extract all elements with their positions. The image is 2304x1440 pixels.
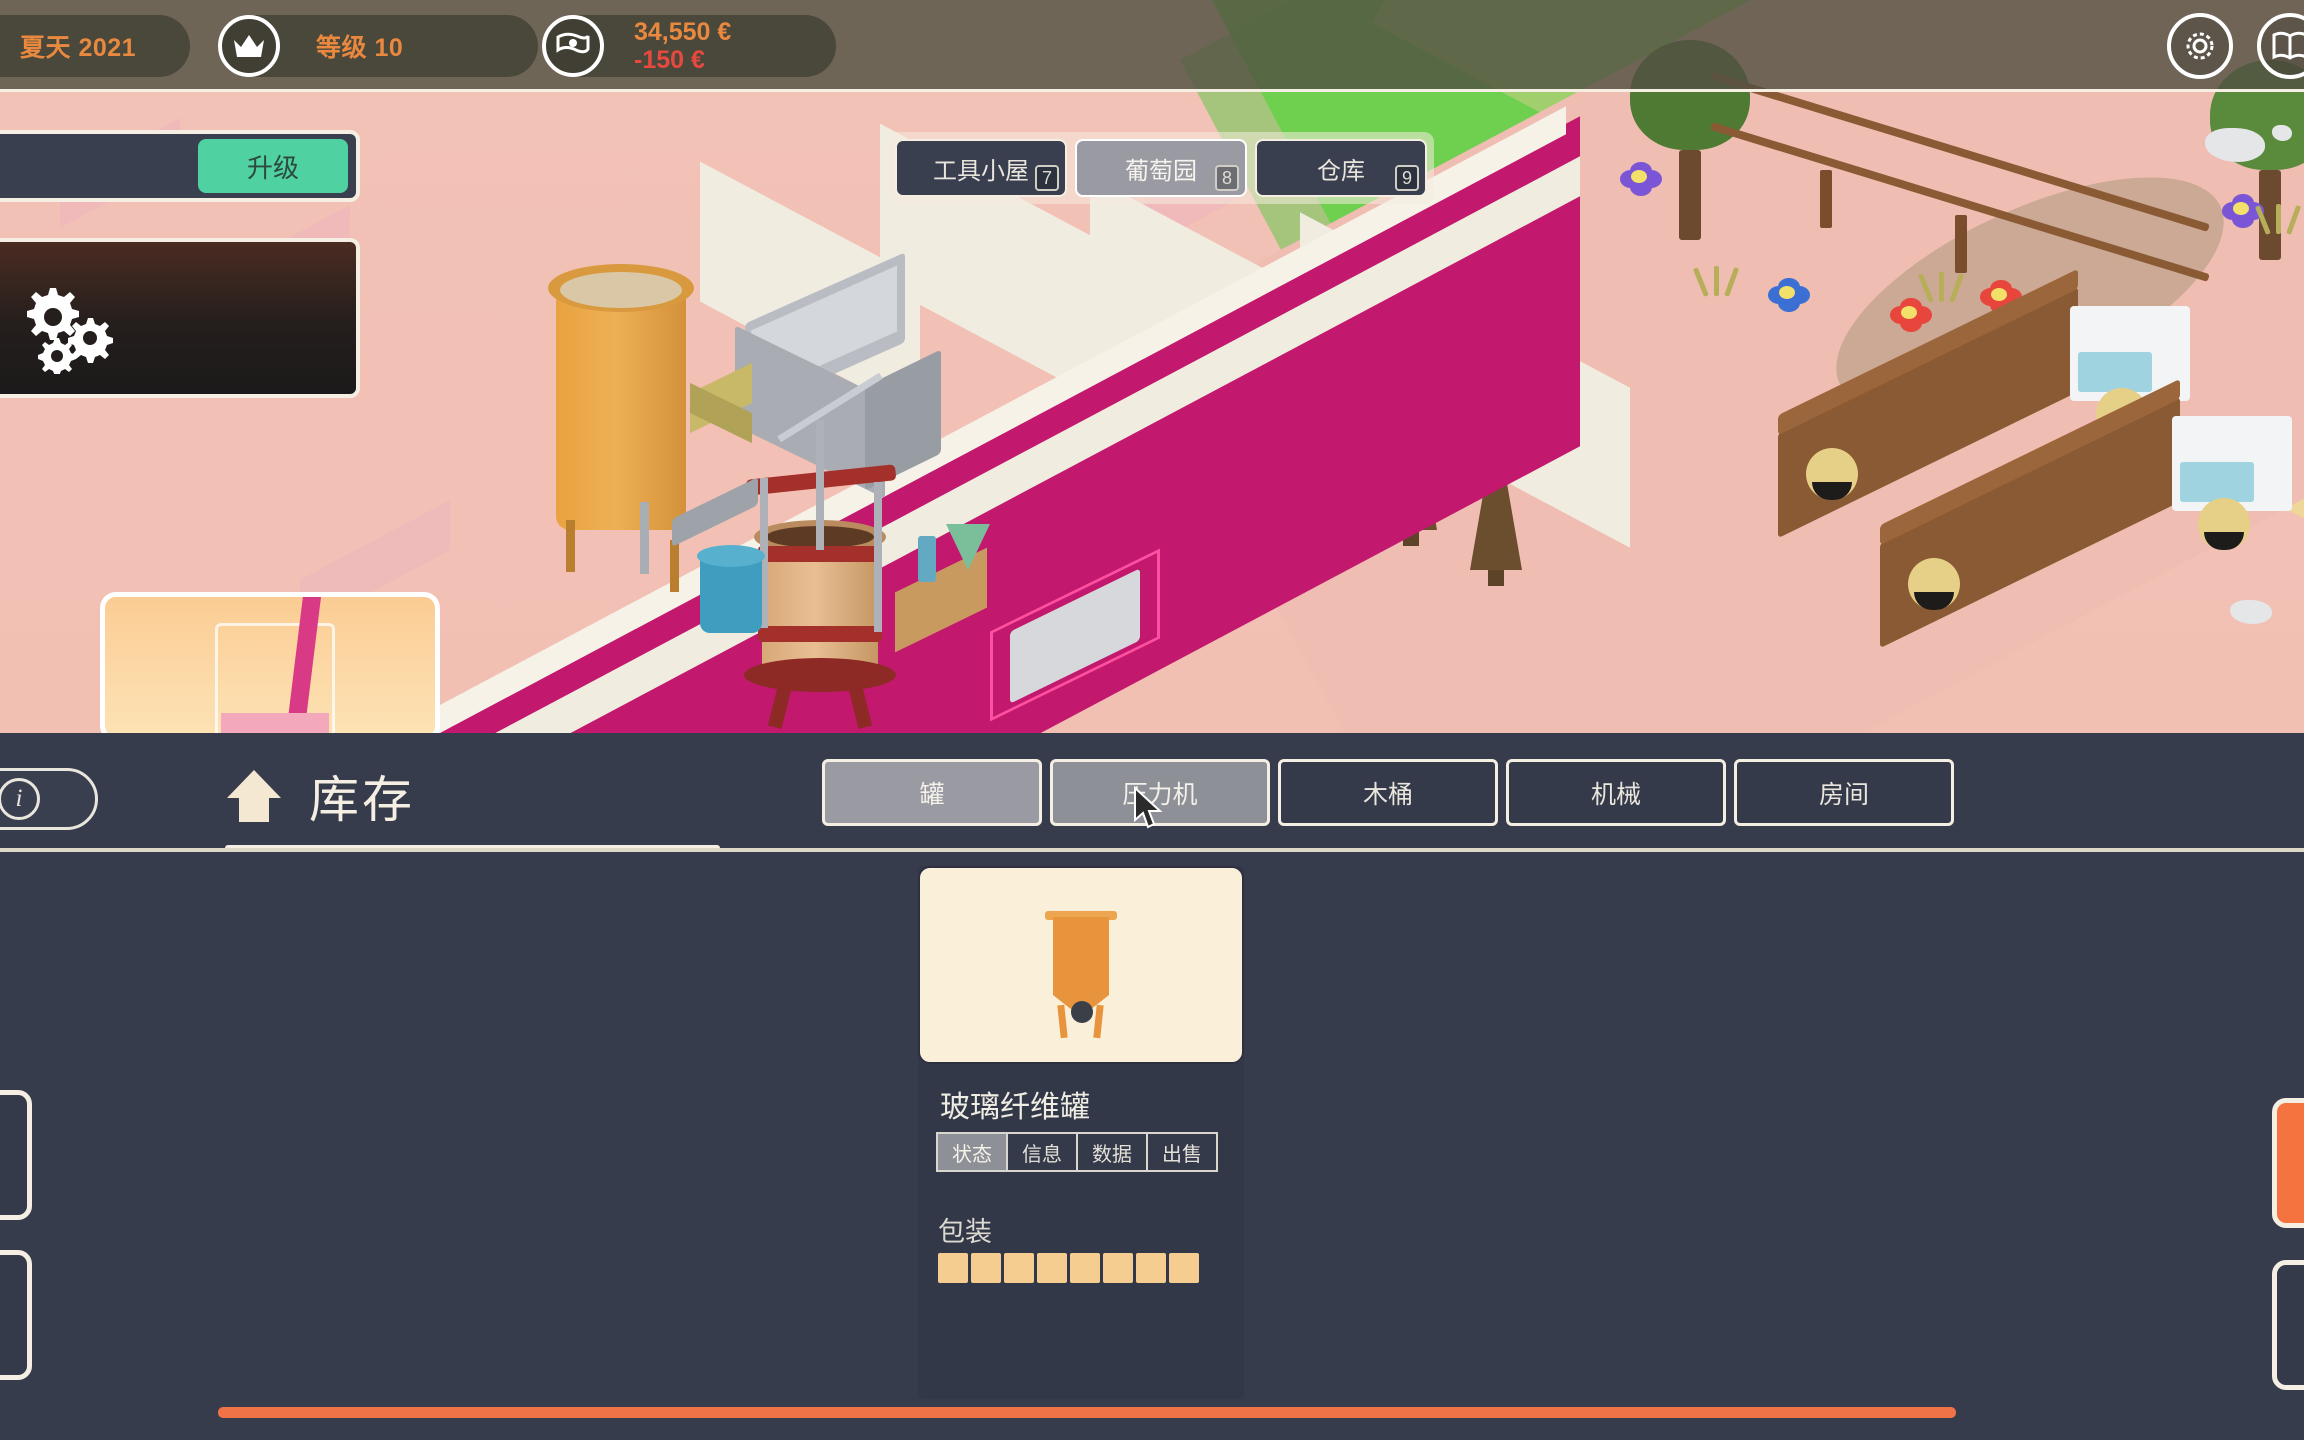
packaging-cell <box>1103 1253 1133 1283</box>
tank-leg <box>566 520 575 572</box>
page-title: 库存 <box>309 772 415 828</box>
crown-icon <box>218 15 280 77</box>
panel-divider <box>0 848 2304 852</box>
sub-tab-label: 出售 <box>1162 1143 1202 1166</box>
money-delta: -150 € <box>634 46 705 74</box>
sub-tab-label: 状态 <box>952 1143 992 1166</box>
season-label: 夏天 2021 <box>20 34 137 62</box>
upgrade-button-label: 升级 <box>246 152 299 183</box>
item-name: 玻璃纤维罐 <box>940 1091 1090 1124</box>
sub-tab-status[interactable]: 状态 <box>936 1132 1008 1172</box>
packaging-cell <box>1070 1253 1100 1283</box>
building-tab-toolshed[interactable]: 工具小屋 7 <box>895 139 1067 197</box>
building-tab-group: 工具小屋 7 葡萄园 8 仓库 9 <box>888 132 1434 204</box>
flower-red <box>1890 298 1932 332</box>
tank-leg <box>670 540 679 592</box>
level-chip[interactable]: 等级 10 <box>218 15 538 77</box>
grass-tuft <box>1917 268 1965 303</box>
inventory-category-tabs: 罐 压力机 木桶 机械 房间 <box>822 759 1954 826</box>
upgrade-panel: 1 升级 <box>0 130 360 202</box>
packaging-cell <box>1037 1253 1067 1283</box>
fermentation-tank[interactable] <box>548 264 694 530</box>
money-chip[interactable]: 34,550 € -150 € <box>542 15 836 77</box>
funnel <box>946 524 990 570</box>
bottom-progress-bar <box>218 1407 1956 1418</box>
item-thumbnail[interactable] <box>918 866 1244 1064</box>
rock <box>2272 125 2292 141</box>
rock <box>2230 600 2272 624</box>
packaging-cell <box>971 1253 1001 1283</box>
bucket <box>697 545 765 633</box>
pump-pipe <box>640 502 649 574</box>
hotkey-badge: 7 <box>1035 165 1059 191</box>
wine-glass-card[interactable] <box>100 592 440 742</box>
gears-icon <box>14 282 124 379</box>
tab-label: 木桶 <box>1362 780 1413 809</box>
next-item-button[interactable] <box>2272 1098 2304 1228</box>
journal-button[interactable] <box>2257 13 2304 79</box>
tab-room[interactable]: 房间 <box>1734 759 1954 826</box>
production-preview-panel[interactable] <box>0 238 360 398</box>
sub-tab-sell[interactable]: 出售 <box>1146 1132 1218 1172</box>
flower-blue <box>1768 278 1810 312</box>
prev-item-button[interactable] <box>0 1090 32 1220</box>
sub-tab-data[interactable]: 数据 <box>1076 1132 1148 1172</box>
bottle <box>918 536 936 582</box>
settings-button[interactable] <box>2167 13 2233 79</box>
tab-tank[interactable]: 罐 <box>822 759 1042 826</box>
fence-post <box>1955 215 1967 273</box>
fiberglass-tank-icon <box>1045 905 1117 1039</box>
building-tab-label: 仓库 <box>1317 157 1365 185</box>
packaging-cell <box>1136 1253 1166 1283</box>
money-icon <box>542 15 604 77</box>
page-title-group: 库存 <box>225 760 415 832</box>
packaging-cell <box>1004 1253 1034 1283</box>
packaging-cell <box>1169 1253 1199 1283</box>
building-tab-vineyard[interactable]: 葡萄园 8 <box>1075 139 1247 197</box>
grass-tuft <box>1692 262 1740 297</box>
info-chip[interactable]: 息 i <box>0 768 98 830</box>
building-tab-warehouse[interactable]: 仓库 9 <box>1255 139 1427 197</box>
top-hud-bar: 夏天 2021 等级 10 34,550 € -150 € <box>0 0 2304 92</box>
tab-label: 房间 <box>1818 780 1869 809</box>
fence-post <box>1820 170 1832 228</box>
hotkey-badge: 8 <box>1215 165 1239 191</box>
prev-item-button-2[interactable] <box>0 1250 32 1380</box>
packaging-section-label: 包装 <box>938 1217 992 1247</box>
upgrade-button[interactable]: 升级 <box>198 139 348 193</box>
season-chip[interactable]: 夏天 2021 <box>0 15 190 77</box>
item-sub-tabs: 状态 信息 数据 出售 <box>936 1132 1218 1172</box>
tab-machinery[interactable]: 机械 <box>1506 759 1726 826</box>
flower-purple <box>1620 162 1662 196</box>
tab-barrel[interactable]: 木桶 <box>1278 759 1498 826</box>
level-label: 等级 10 <box>316 34 404 62</box>
sub-tab-label: 信息 <box>1022 1143 1062 1166</box>
hotkey-badge: 9 <box>1395 165 1419 191</box>
packaging-meter <box>938 1253 1199 1283</box>
building-tab-label: 工具小屋 <box>933 157 1029 185</box>
grass-tuft <box>2254 200 2302 235</box>
info-circle-icon[interactable]: i <box>0 778 40 820</box>
sub-tab-label: 数据 <box>1092 1143 1132 1166</box>
tab-label: 机械 <box>1590 780 1641 809</box>
sub-tab-info[interactable]: 信息 <box>1006 1132 1078 1172</box>
money-value: 34,550 € <box>634 18 732 46</box>
game-screen: 夏天 2021 等级 10 34,550 € -150 € 工具小屋 7 葡萄园… <box>0 0 2304 1440</box>
home-icon[interactable] <box>225 768 283 824</box>
building-tab-label: 葡萄园 <box>1125 157 1197 185</box>
packaging-cell <box>938 1253 968 1283</box>
arrow-cursor <box>1133 785 1163 830</box>
tab-label: 罐 <box>919 780 945 809</box>
next-item-button-2[interactable] <box>2272 1260 2304 1390</box>
